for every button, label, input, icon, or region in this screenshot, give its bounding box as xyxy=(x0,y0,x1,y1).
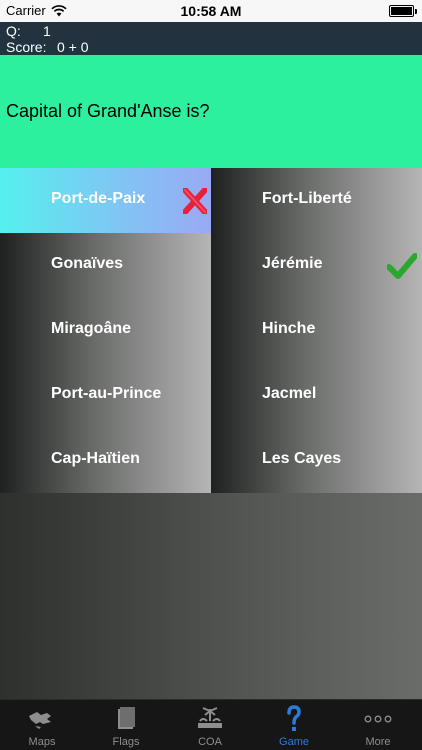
empty-game-area xyxy=(0,493,422,699)
answer-button[interactable]: Cap-Haïtien xyxy=(0,428,211,493)
wrong-x-icon xyxy=(182,187,208,219)
tab-label: COA xyxy=(198,736,222,748)
answer-button[interactable]: Port-de-Paix xyxy=(0,168,211,233)
tab-maps[interactable]: Maps xyxy=(0,700,84,750)
answer-label: Cap-Haïtien xyxy=(51,450,140,467)
tab-label: Game xyxy=(279,736,309,748)
coat-of-arms-icon xyxy=(168,705,252,733)
answer-button[interactable]: Port-au-Prince xyxy=(0,363,211,428)
question-counter-label: Q: xyxy=(6,23,21,39)
question-counter: Q: 1 xyxy=(6,23,51,39)
question-mark-icon xyxy=(252,705,336,733)
answer-button[interactable]: Gonaïves xyxy=(0,233,211,298)
tab-label: Flags xyxy=(112,736,140,748)
answer-label: Gonaïves xyxy=(51,255,124,272)
more-dots-icon xyxy=(336,705,420,733)
correct-check-icon xyxy=(386,253,418,284)
answer-button[interactable]: Fort-Liberté xyxy=(211,168,422,233)
tab-label: Maps xyxy=(28,736,56,748)
answer-button[interactable]: Miragoâne xyxy=(0,298,211,363)
answer-label: Port-de-Paix xyxy=(51,190,146,207)
tab-more[interactable]: More xyxy=(336,700,420,750)
battery-icon xyxy=(389,5,417,17)
answer-label: Fort-Liberté xyxy=(262,190,352,207)
score-display: Score: 0 + 0 xyxy=(6,39,89,55)
answer-label: Miragoâne xyxy=(51,320,132,337)
answer-label: Hinche xyxy=(262,320,316,337)
question-text: Capital of Grand'Anse is? xyxy=(6,101,210,121)
tab-game[interactable]: Game xyxy=(252,700,336,750)
answer-button[interactable]: Jérémie xyxy=(211,233,422,298)
answer-button[interactable]: Jacmel xyxy=(211,363,422,428)
status-bar: Carrier 10:58 AM xyxy=(0,0,422,22)
answer-label: Port-au-Prince xyxy=(51,385,162,402)
answer-label: Jérémie xyxy=(262,255,323,272)
map-icon xyxy=(0,705,84,733)
tab-bar: Maps Flags COA Game More xyxy=(0,699,422,750)
question-counter-value: 1 xyxy=(43,23,51,39)
score-value: 0 + 0 xyxy=(57,39,89,55)
answer-button[interactable]: Les Cayes xyxy=(211,428,422,493)
score-label: Score: xyxy=(6,39,47,55)
answer-button[interactable]: Hinche xyxy=(211,298,422,363)
answer-label: Jacmel xyxy=(262,385,317,402)
tab-coa[interactable]: COA xyxy=(168,700,252,750)
flag-icon xyxy=(84,705,168,733)
score-bar: Q: 1 Score: 0 + 0 xyxy=(0,22,422,55)
question-panel: Capital of Grand'Anse is? xyxy=(0,55,422,168)
answer-label: Les Cayes xyxy=(262,450,342,467)
clock-time: 10:58 AM xyxy=(180,3,242,19)
answer-grid: Port-de-Paix Fort-Liberté Gonaïves Jérém… xyxy=(0,168,422,493)
tab-flags[interactable]: Flags xyxy=(84,700,168,750)
tab-label: More xyxy=(365,736,391,748)
